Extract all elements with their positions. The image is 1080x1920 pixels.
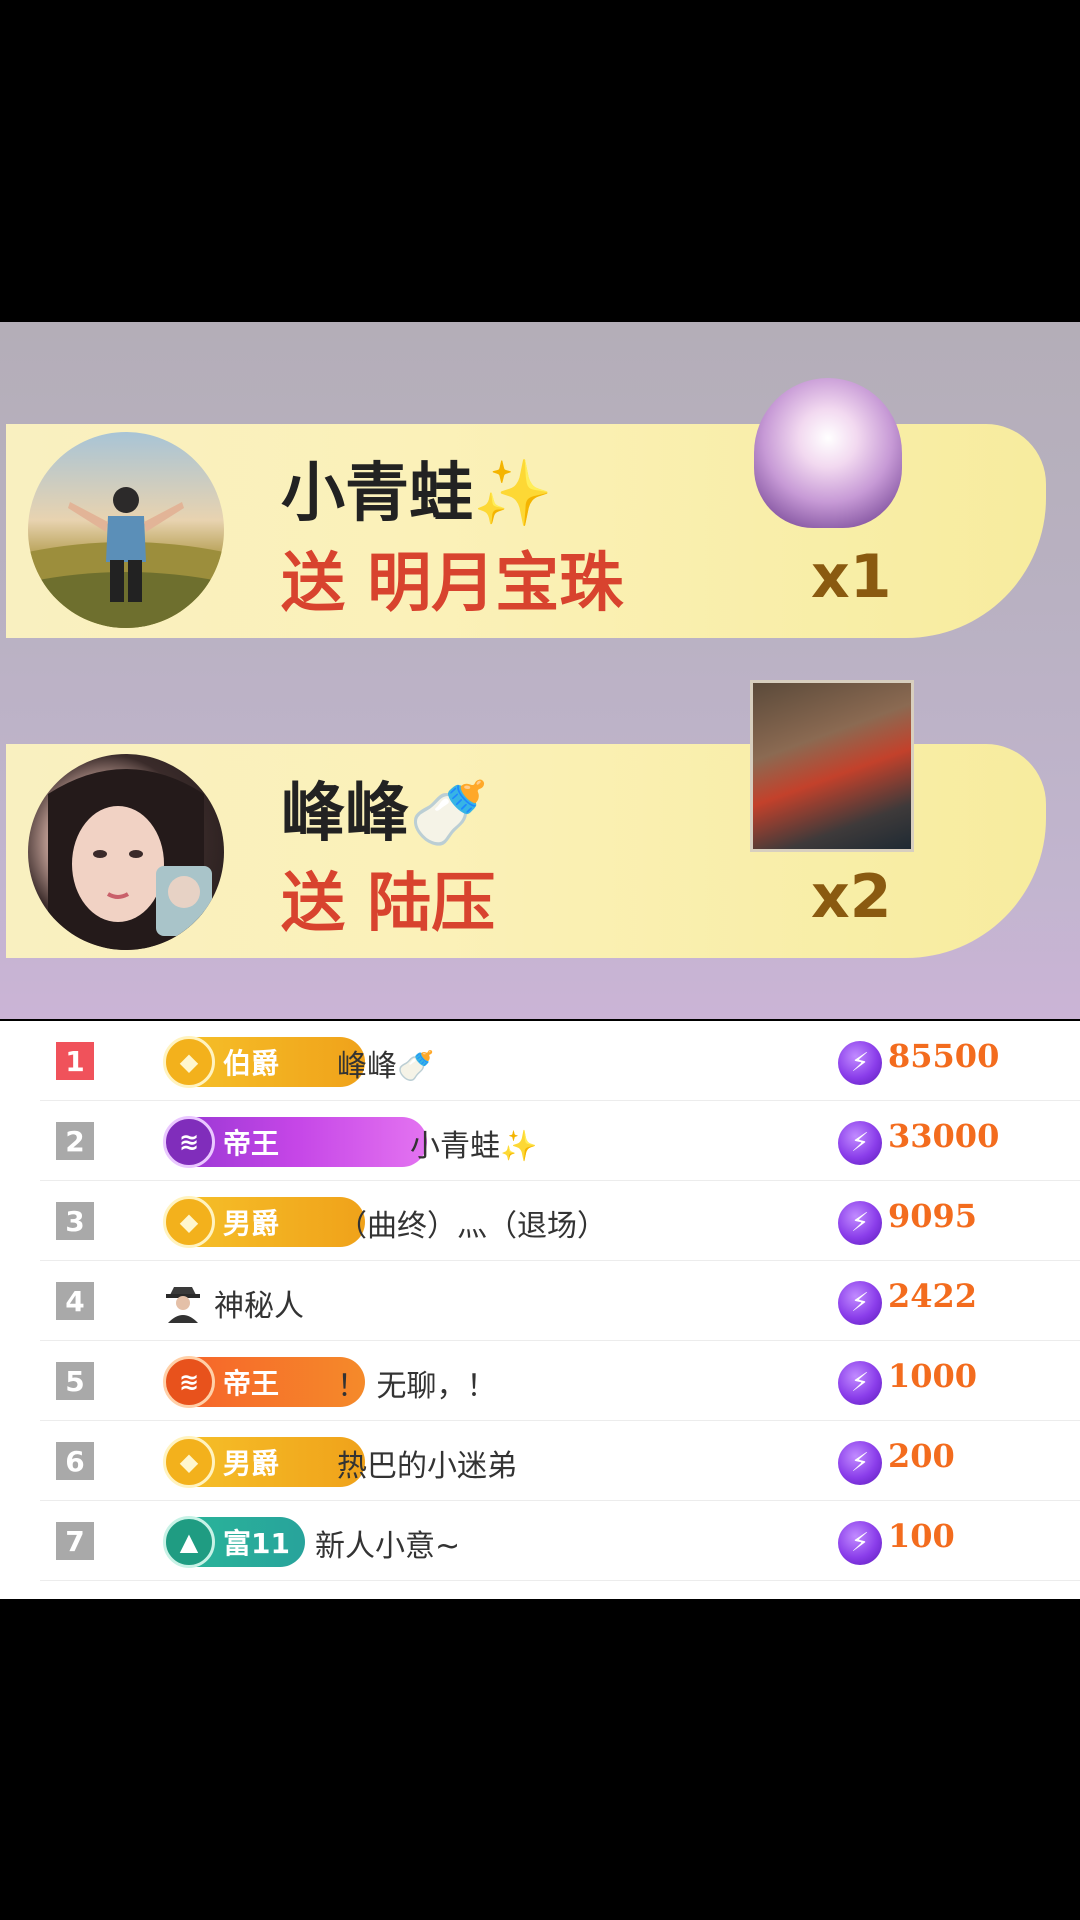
lightning-icon: ⚡ xyxy=(838,1441,882,1485)
score-value: 1000 xyxy=(888,1357,978,1395)
leaderboard: 1 ◆ 伯爵 峰峰🍼 ⚡ 85500 2 ≋ 帝王 小青蛙✨ ⚡ 33000 3… xyxy=(0,1021,1080,1599)
coin-emblem-icon: ◆ xyxy=(163,1196,215,1248)
user-name[interactable]: 神秘人 xyxy=(214,1281,304,1325)
lightning-icon: ⚡ xyxy=(838,1121,882,1165)
avatar[interactable] xyxy=(28,754,224,950)
user-name[interactable]: （曲终）灬（退场） xyxy=(337,1201,607,1245)
user-name[interactable]: 峰峰🍼 xyxy=(337,1041,434,1085)
gift-banner[interactable]: 峰峰🍼 送 陆压 x2 xyxy=(6,680,1046,958)
level-badge[interactable]: ◆ 男爵 xyxy=(163,1196,365,1248)
score-value: 200 xyxy=(888,1437,955,1475)
level-badge[interactable]: ≋ 帝王 xyxy=(163,1116,427,1168)
gift-banner[interactable]: 小青蛙✨ 送 明月宝珠 x1 xyxy=(6,378,1046,638)
badge-label: 帝王 xyxy=(223,1127,280,1160)
badge-label: 伯爵 xyxy=(223,1047,280,1080)
score-value: 2422 xyxy=(888,1277,978,1315)
level-badge[interactable]: ≋ 帝王 xyxy=(163,1356,365,1408)
gift-count: x2 xyxy=(811,862,892,932)
table-row[interactable]: 1 ◆ 伯爵 峰峰🍼 ⚡ 85500 xyxy=(40,1021,1080,1101)
gift-count: x1 xyxy=(811,542,892,612)
triangle-emblem-icon: ▲ xyxy=(163,1516,215,1568)
chevron-emblem-icon: ≋ xyxy=(163,1116,215,1168)
lightning-icon: ⚡ xyxy=(838,1041,882,1085)
gift-sender-name: 小青蛙✨ xyxy=(281,457,553,531)
table-row[interactable]: 5 ≋ 帝王 ！ 无聊，！ ⚡ 1000 xyxy=(40,1341,1080,1421)
lightning-icon: ⚡ xyxy=(838,1521,882,1565)
table-row[interactable]: 7 ▲ 富11 新人小意~ ⚡ 100 xyxy=(40,1501,1080,1581)
chevron-emblem-icon: ≋ xyxy=(163,1356,215,1408)
badge-label: 帝王 xyxy=(223,1367,280,1400)
badge-label: 富11 xyxy=(223,1527,290,1560)
avatar-photo-child-field xyxy=(28,487,224,628)
rank-number: 3 xyxy=(56,1202,94,1240)
rank-number: 7 xyxy=(56,1522,94,1560)
score-value: 33000 xyxy=(888,1117,1000,1155)
lightning-icon: ⚡ xyxy=(838,1281,882,1325)
gift-message: 送 明月宝珠 xyxy=(281,547,624,621)
score-value: 9095 xyxy=(888,1197,978,1235)
rank-number: 5 xyxy=(56,1362,94,1400)
pearl-lotus-icon xyxy=(754,378,902,528)
table-row[interactable]: 4 神秘人 ⚡ 2422 xyxy=(40,1261,1080,1341)
lightning-icon: ⚡ xyxy=(838,1361,882,1405)
table-row[interactable]: 3 ◆ 男爵 （曲终）灬（退场） ⚡ 9095 xyxy=(40,1181,1080,1261)
user-name[interactable]: 新人小意~ xyxy=(315,1521,460,1565)
user-name[interactable]: ！ 无聊，！ xyxy=(337,1361,497,1405)
coin-emblem-icon: ◆ xyxy=(163,1436,215,1488)
rank-number: 2 xyxy=(56,1122,94,1160)
rank-number: 4 xyxy=(56,1282,94,1320)
avatar[interactable] xyxy=(28,432,224,628)
lightning-icon: ⚡ xyxy=(838,1201,882,1245)
table-row[interactable]: 6 ◆ 男爵 热巴的小迷弟 ⚡ 200 xyxy=(40,1421,1080,1501)
gift-notification-area: 小青蛙✨ 送 明月宝珠 x1 峰峰🍼 送 陆压 x2 xyxy=(0,322,1080,1019)
level-badge[interactable]: ▲ 富11 xyxy=(163,1516,305,1568)
mystery-person-icon xyxy=(166,1287,200,1323)
badge-label: 男爵 xyxy=(223,1207,280,1240)
level-badge[interactable]: ◆ 伯爵 xyxy=(163,1036,365,1088)
badge-label: 男爵 xyxy=(223,1447,280,1480)
level-badge[interactable]: ◆ 男爵 xyxy=(163,1436,365,1488)
rank-number: 6 xyxy=(56,1442,94,1480)
score-value: 100 xyxy=(888,1517,955,1555)
rank-number: 1 xyxy=(56,1042,94,1080)
gift-sender-name: 峰峰🍼 xyxy=(281,777,489,851)
table-row[interactable]: 2 ≋ 帝王 小青蛙✨ ⚡ 33000 xyxy=(40,1101,1080,1181)
avatar-photo-girl xyxy=(48,769,212,950)
lu-ya-card-image xyxy=(750,680,914,852)
user-name[interactable]: 小青蛙✨ xyxy=(410,1121,537,1165)
user-name[interactable]: 热巴的小迷弟 xyxy=(337,1441,517,1485)
coin-emblem-icon: ◆ xyxy=(163,1036,215,1088)
score-value: 85500 xyxy=(888,1037,1000,1075)
gift-message: 送 陆压 xyxy=(281,867,496,941)
